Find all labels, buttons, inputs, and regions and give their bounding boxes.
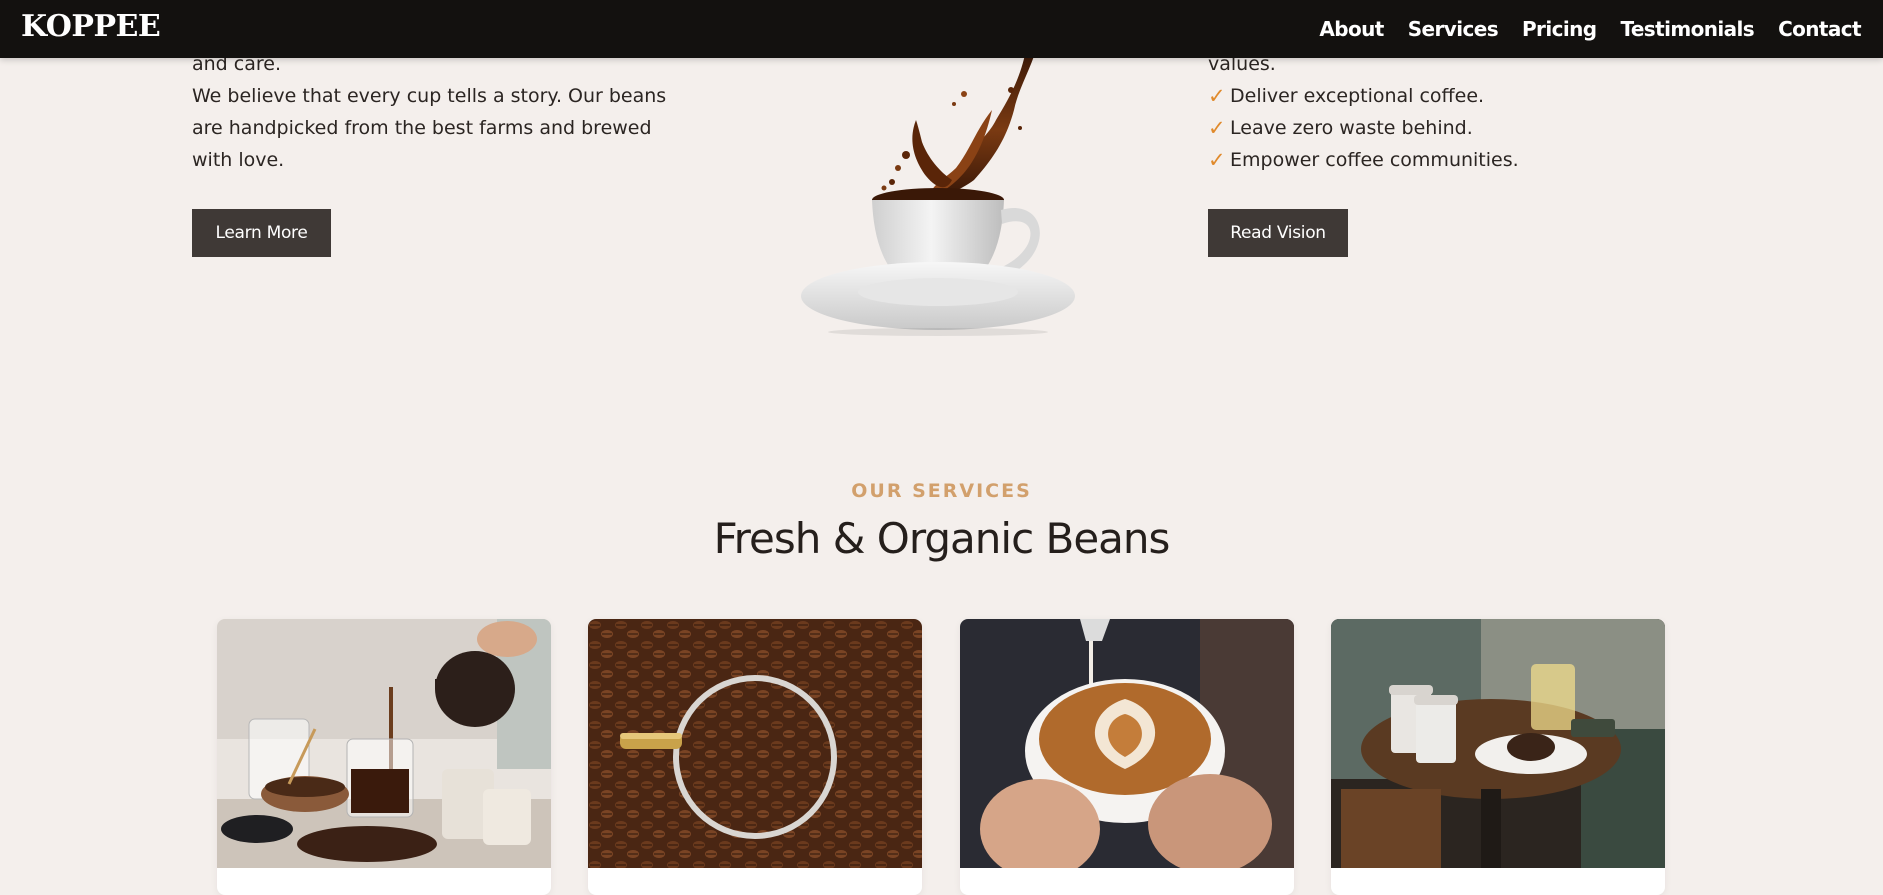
top-navbar: KOPPEE About Services Pricing Testimonia…	[0, 0, 1883, 58]
about-paragraph: We believe that every cup tells a story.…	[192, 85, 667, 171]
cafe-table-photo	[1331, 619, 1665, 868]
nav-link-testimonials[interactable]: Testimonials	[1620, 17, 1754, 41]
main-nav: About Services Pricing Testimonials Cont…	[1319, 0, 1861, 58]
coffee-cup-splash-image	[796, 50, 1086, 340]
services-eyebrow: OUR SERVICES	[851, 480, 1032, 502]
nav-link-pricing[interactable]: Pricing	[1522, 17, 1597, 41]
coffee-beans-cup-photo	[588, 619, 922, 868]
checkmark-icon: ✓	[1208, 116, 1226, 140]
nav-link-about[interactable]: About	[1319, 17, 1384, 41]
service-card-cafe[interactable]	[1331, 619, 1665, 895]
list-item: ✓ Empower coffee communities.	[1208, 144, 1688, 176]
nav-link-contact[interactable]: Contact	[1778, 17, 1862, 41]
vision-item-text: Deliver exceptional coffee.	[1230, 85, 1485, 107]
services-title: Fresh & Organic Beans	[713, 514, 1171, 563]
read-vision-button[interactable]: Read Vision	[1208, 209, 1348, 257]
list-item: ✓ Deliver exceptional coffee.	[1208, 80, 1688, 112]
checkmark-icon: ✓	[1208, 84, 1226, 108]
service-cards	[217, 619, 1667, 895]
vision-checklist: ✓ Deliver exceptional coffee. ✓ Leave ze…	[1208, 80, 1688, 176]
vision-item-text: Empower coffee communities.	[1230, 149, 1519, 171]
service-card-latte[interactable]	[960, 619, 1294, 895]
service-card-coffee-beans[interactable]	[588, 619, 922, 895]
latte-art-photo	[960, 619, 1294, 868]
list-item: ✓ Leave zero waste behind.	[1208, 112, 1688, 144]
coffee-pour-over-photo	[217, 619, 551, 868]
brand-logo[interactable]: KOPPEE	[21, 8, 161, 46]
vision-section: values. ✓ Deliver exceptional coffee. ✓ …	[1208, 48, 1688, 176]
nav-link-services[interactable]: Services	[1408, 17, 1499, 41]
vision-item-text: Leave zero waste behind.	[1230, 117, 1473, 139]
learn-more-button[interactable]: Learn More	[192, 209, 331, 257]
service-card-pour-over[interactable]	[217, 619, 551, 895]
about-section: and care. We believe that every cup tell…	[192, 48, 672, 176]
checkmark-icon: ✓	[1208, 148, 1226, 172]
